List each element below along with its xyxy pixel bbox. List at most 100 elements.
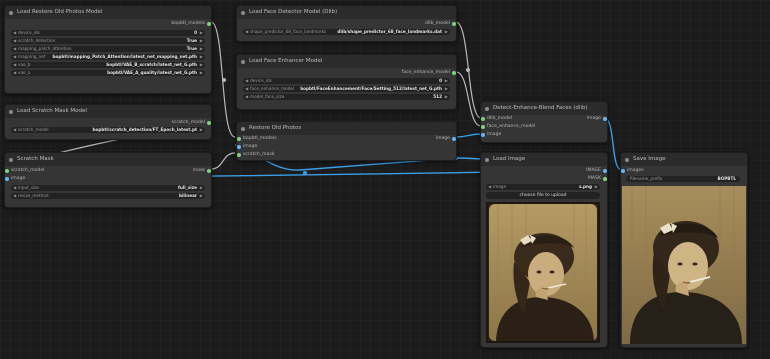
- image-socket-icon[interactable]: [5, 177, 9, 181]
- output-image[interactable]: IMAGE: [586, 168, 607, 174]
- node-load-face-detector[interactable]: Load Face Detector Model (Dlib) dlib_mod…: [236, 5, 457, 42]
- output-scratch-model[interactable]: scratch_model: [172, 120, 211, 126]
- decrement-arrow-icon[interactable]: ◀: [13, 30, 16, 36]
- input-image[interactable]: image: [237, 144, 257, 150]
- increment-arrow-icon[interactable]: ▶: [200, 62, 203, 68]
- node-title[interactable]: Load Image: [481, 153, 607, 166]
- collapse-dot-icon[interactable]: [485, 157, 489, 162]
- collapse-dot-icon[interactable]: [485, 106, 489, 111]
- model-socket-icon[interactable]: [452, 22, 456, 26]
- increment-arrow-icon[interactable]: ▶: [200, 70, 203, 76]
- decrement-arrow-icon[interactable]: ◀: [13, 70, 16, 76]
- node-title[interactable]: Scratch Mask: [5, 153, 211, 166]
- node-scratch-mask[interactable]: Scratch Mask scratch_model image mask ◀ i…: [4, 152, 212, 208]
- decrement-arrow-icon[interactable]: ◀: [13, 46, 16, 52]
- decrement-arrow-icon[interactable]: ◀: [13, 185, 16, 191]
- widget-model-face-size[interactable]: ◀ model_face_size 512 ▶: [243, 94, 450, 100]
- output-face-enhance-model[interactable]: face_enhance_model: [402, 70, 456, 76]
- image-socket-icon[interactable]: [621, 169, 625, 173]
- collapse-dot-icon[interactable]: [241, 59, 245, 64]
- node-load-face-enhancer[interactable]: Load Face Enhancer Model face_enhance_mo…: [236, 54, 457, 110]
- model-socket-icon[interactable]: [237, 137, 241, 141]
- model-socket-icon[interactable]: [207, 22, 211, 26]
- collapse-dot-icon[interactable]: [625, 157, 629, 162]
- model-socket-icon[interactable]: [452, 71, 456, 75]
- input-image[interactable]: image: [481, 132, 501, 138]
- input-dlib-model[interactable]: dlib_model: [481, 116, 512, 122]
- decrement-arrow-icon[interactable]: ◀: [245, 78, 248, 84]
- collapse-dot-icon[interactable]: [241, 10, 245, 15]
- increment-arrow-icon[interactable]: ▶: [595, 184, 598, 190]
- mask-socket-icon[interactable]: [237, 153, 241, 157]
- increment-arrow-icon[interactable]: ▶: [200, 54, 203, 60]
- image-socket-icon[interactable]: [452, 137, 456, 141]
- decrement-arrow-icon[interactable]: ◀: [245, 29, 248, 35]
- collapse-dot-icon[interactable]: [9, 157, 13, 162]
- decrement-arrow-icon[interactable]: ◀: [13, 54, 16, 60]
- node-save-image[interactable]: Save Image images filename_prefix BOPBTL: [620, 152, 748, 348]
- node-title[interactable]: Restore Old Photos: [237, 122, 456, 135]
- decrement-arrow-icon[interactable]: ◀: [488, 184, 491, 190]
- node-load-image[interactable]: Load Image IMAGE MASK ◀ image s.png ▶ choos…: [480, 152, 608, 348]
- increment-arrow-icon[interactable]: ▶: [200, 46, 203, 52]
- input-scratch-model[interactable]: scratch_model: [5, 168, 44, 174]
- output-image[interactable]: image: [436, 136, 456, 142]
- widget-filename-prefix[interactable]: filename_prefix BOPBTL: [626, 176, 740, 182]
- increment-arrow-icon[interactable]: ▶: [445, 78, 448, 84]
- node-title[interactable]: Detect-Enhance-Blend Faces (dlib): [481, 102, 607, 115]
- node-title[interactable]: Save Image: [621, 153, 747, 166]
- input-bopbtl-models[interactable]: bopbtl_models: [237, 136, 277, 142]
- decrement-arrow-icon[interactable]: ◀: [13, 38, 16, 44]
- widget-image-select[interactable]: ◀ image s.png ▶: [486, 184, 600, 190]
- decrement-arrow-icon[interactable]: ◀: [13, 127, 16, 133]
- increment-arrow-icon[interactable]: ▶: [200, 38, 203, 44]
- model-socket-icon[interactable]: [481, 117, 485, 121]
- widget-vae-a[interactable]: ◀ vae_a bopbtl/VAE_A_quality/latest_net_G.…: [11, 70, 205, 76]
- decrement-arrow-icon[interactable]: ◀: [13, 62, 16, 68]
- mask-socket-icon[interactable]: [207, 169, 211, 173]
- node-load-scratch-mask-model[interactable]: Load Scratch Mask Model scratch_model ◀ s…: [4, 104, 212, 140]
- model-socket-icon[interactable]: [207, 121, 211, 125]
- decrement-arrow-icon[interactable]: ◀: [13, 193, 16, 199]
- widget-shape-predictor[interactable]: ◀ shape_predictor_68_face_landmarks dlib/s…: [243, 29, 450, 35]
- collapse-dot-icon[interactable]: [9, 10, 13, 15]
- model-socket-icon[interactable]: [481, 125, 485, 129]
- widget-input-size[interactable]: ◀ input_size full_size ▶: [11, 185, 205, 191]
- node-restore-old-photos[interactable]: Restore Old Photos bopbtl_models image s…: [236, 121, 457, 161]
- widget-mapping-patch-attention[interactable]: ◀ mapping_patch_attention True ▶: [11, 46, 205, 52]
- widget-face-enhance-model[interactable]: ◀ face_enhance_model bopbtl/FaceEnhancemen…: [243, 86, 450, 92]
- increment-arrow-icon[interactable]: ▶: [445, 29, 448, 35]
- increment-arrow-icon[interactable]: ▶: [445, 86, 448, 92]
- widget-scratch-detection[interactable]: ◀ scratch_detection True ▶: [11, 38, 205, 44]
- decrement-arrow-icon[interactable]: ◀: [245, 94, 248, 100]
- increment-arrow-icon[interactable]: ▶: [445, 94, 448, 100]
- mask-socket-icon[interactable]: [603, 177, 607, 181]
- image-socket-icon[interactable]: [603, 117, 607, 121]
- widget-device-ids[interactable]: ◀ device_ids 0 ▶: [11, 30, 205, 36]
- increment-arrow-icon[interactable]: ▶: [200, 185, 203, 191]
- node-title[interactable]: Load Scratch Mask Model: [5, 105, 211, 118]
- output-bopbtl-models[interactable]: bopbtl_models: [171, 21, 211, 27]
- image-socket-icon[interactable]: [603, 169, 607, 173]
- upload-button[interactable]: choose file to upload: [486, 192, 600, 199]
- model-socket-icon[interactable]: [5, 169, 9, 173]
- node-title[interactable]: Load Face Enhancer Model: [237, 55, 456, 68]
- node-title[interactable]: Load Restore Old Photos Model: [5, 6, 211, 19]
- input-image[interactable]: image: [5, 176, 25, 182]
- increment-arrow-icon[interactable]: ▶: [200, 127, 203, 133]
- image-socket-icon[interactable]: [481, 133, 485, 137]
- collapse-dot-icon[interactable]: [241, 126, 245, 131]
- collapse-dot-icon[interactable]: [9, 109, 13, 114]
- increment-arrow-icon[interactable]: ▶: [200, 30, 203, 36]
- input-images[interactable]: images: [621, 168, 644, 174]
- decrement-arrow-icon[interactable]: ◀: [245, 86, 248, 92]
- node-title[interactable]: Load Face Detector Model (Dlib): [237, 6, 456, 19]
- widget-mapping-net[interactable]: ◀ mapping_net bopbtl/mapping_Patch_Attenti…: [11, 54, 205, 60]
- input-scratch-mask[interactable]: scratch_mask: [237, 152, 275, 158]
- node-load-restore-model[interactable]: Load Restore Old Photos Model bopbtl_mod…: [4, 5, 212, 94]
- increment-arrow-icon[interactable]: ▶: [200, 193, 203, 199]
- widget-vae-b[interactable]: ◀ vae_b bopbtl/VAE_B_scratch/latest_net_G.…: [11, 62, 205, 68]
- output-image[interactable]: image: [587, 116, 607, 122]
- output-mask[interactable]: MASK: [588, 176, 607, 182]
- image-socket-icon[interactable]: [237, 145, 241, 149]
